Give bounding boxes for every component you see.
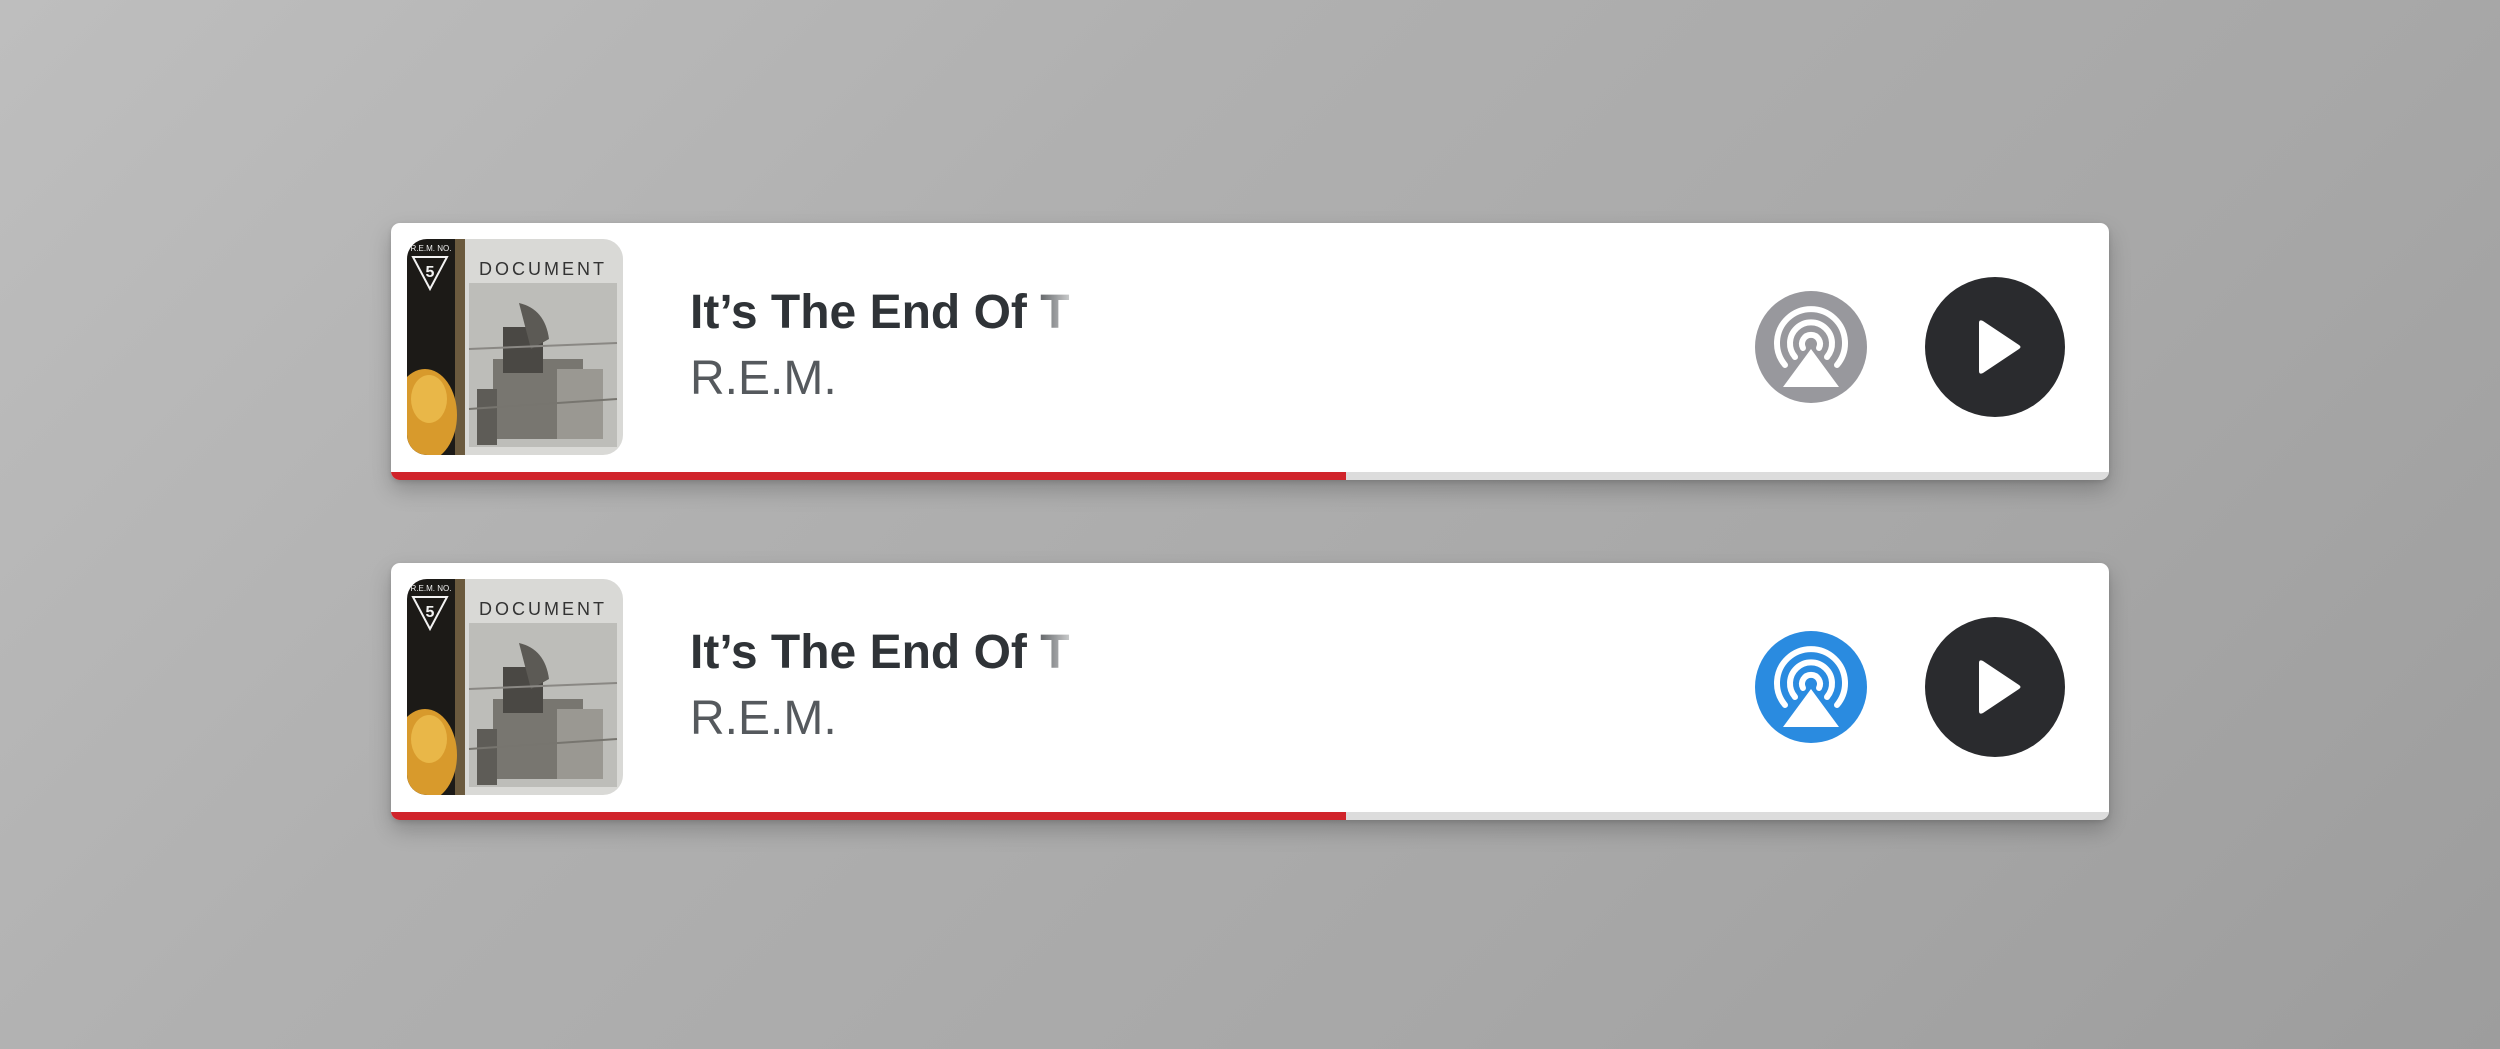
album-cover-title: DOCUMENT xyxy=(479,599,607,619)
play-button[interactable] xyxy=(1925,617,2065,757)
progress-fill xyxy=(391,812,1347,820)
album-art[interactable]: 5 R.E.M. NO. DOCUMENT xyxy=(407,579,623,795)
album-cover-title: DOCUMENT xyxy=(479,259,607,279)
track-title: It’s The End Of The World As We Know It … xyxy=(690,286,1070,339)
mini-player-active-airplay: 5 R.E.M. NO. DOCUMENT It’s The End Of Th… xyxy=(391,563,2109,820)
track-artist: R.E.M. xyxy=(690,692,837,745)
svg-text:5: 5 xyxy=(426,264,435,281)
play-icon xyxy=(1979,320,2021,374)
play-button[interactable] xyxy=(1925,277,2065,417)
progress-bar[interactable] xyxy=(391,812,2109,820)
airplay-button[interactable] xyxy=(1755,631,1867,743)
svg-text:R.E.M. NO.: R.E.M. NO. xyxy=(411,584,452,593)
album-cover-image: 5 R.E.M. NO. DOCUMENT xyxy=(407,239,623,455)
album-art[interactable]: 5 R.E.M. NO. DOCUMENT xyxy=(407,239,623,455)
album-cover-image: 5 R.E.M. NO. DOCUMENT xyxy=(407,579,623,795)
track-artist: R.E.M. xyxy=(690,352,837,405)
airplay-icon xyxy=(1755,291,1867,403)
airplay-button[interactable] xyxy=(1755,291,1867,403)
svg-text:5: 5 xyxy=(426,604,435,621)
mini-player-inactive-airplay: 5 R.E.M. NO. DOCUMENT It’s The End Of Th… xyxy=(391,223,2109,480)
svg-text:R.E.M. NO.: R.E.M. NO. xyxy=(411,244,452,253)
progress-fill xyxy=(391,472,1347,480)
airplay-icon xyxy=(1755,631,1867,743)
progress-bar[interactable] xyxy=(391,472,2109,480)
play-icon xyxy=(1979,660,2021,714)
track-title: It’s The End Of The World As We Know It … xyxy=(690,626,1070,679)
